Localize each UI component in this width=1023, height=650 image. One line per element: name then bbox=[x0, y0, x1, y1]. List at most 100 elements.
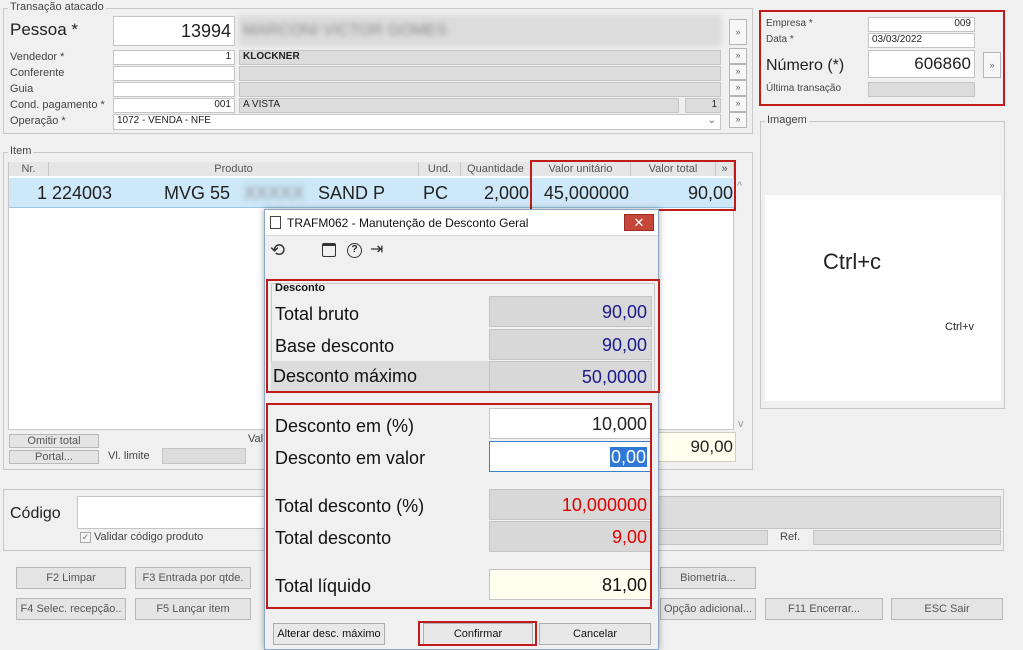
desconto-maximo-label: Desconto máximo bbox=[273, 366, 418, 386]
numero-field[interactable]: 606860 bbox=[868, 50, 975, 78]
confirmar-button[interactable]: Confirmar bbox=[423, 623, 533, 645]
conferente-label: Conferente bbox=[10, 67, 65, 79]
col-valor-total[interactable]: Valor total bbox=[631, 162, 716, 176]
dialog-title: TRAFM062 - Manutenção de Desconto Geral bbox=[287, 216, 529, 230]
operacao-select[interactable]: 1072 - VENDA - NFE ⌄ bbox=[113, 114, 721, 130]
desconto-pct-label: Desconto em (%) bbox=[275, 416, 415, 436]
conferente-lookup-button[interactable]: » bbox=[729, 64, 747, 80]
total-desconto-field: 9,00 bbox=[489, 521, 652, 552]
item-legend: Item bbox=[8, 145, 34, 157]
empresa-field[interactable]: 009 bbox=[868, 17, 975, 32]
undo-icon[interactable]: ⟲ bbox=[270, 240, 285, 261]
cond-pagamento-lookup-button[interactable]: » bbox=[729, 96, 747, 112]
conferente-code-field[interactable] bbox=[113, 66, 235, 81]
operacao-value: 1072 - VENDA - NFE bbox=[117, 115, 211, 126]
f4-selec-recepcao-button[interactable]: F4 Selec. recepção.. bbox=[16, 598, 126, 620]
col-und[interactable]: Und. bbox=[419, 162, 461, 176]
transacao-legend: Transação atacado bbox=[8, 1, 106, 13]
cond-pagamento-label: Cond. pagamento * bbox=[10, 99, 105, 111]
operacao-lookup-button[interactable]: » bbox=[729, 112, 747, 128]
row-und: PC bbox=[423, 183, 449, 203]
total-desconto-pct-field: 10,000000 bbox=[489, 489, 652, 520]
f5-lancar-item-button[interactable]: F5 Lançar item bbox=[135, 598, 251, 620]
data-field[interactable]: 03/03/2022 bbox=[868, 33, 975, 48]
f11-encerrar-button[interactable]: F11 Encerrar... bbox=[765, 598, 883, 620]
biometria-button[interactable]: Biometria... bbox=[660, 567, 756, 589]
cond-pagamento-code-field[interactable]: 001 bbox=[113, 98, 235, 113]
vl-limite-field bbox=[162, 448, 246, 464]
chevron-down-icon[interactable]: v bbox=[738, 418, 744, 430]
row-produto-c: SAND P bbox=[318, 183, 386, 203]
vl-limite-label: Vl. limite bbox=[108, 450, 150, 462]
conferente-name-field bbox=[239, 66, 721, 81]
numero-lookup-button[interactable]: » bbox=[983, 52, 1001, 78]
exit-icon[interactable]: ⇥ bbox=[370, 239, 383, 259]
guia-lookup-button[interactable]: » bbox=[729, 80, 747, 96]
f2-limpar-button[interactable]: F2 Limpar bbox=[16, 567, 126, 589]
vendedor-code-field[interactable]: 1 bbox=[113, 50, 235, 65]
portal-button[interactable]: Portal... bbox=[9, 450, 99, 464]
opcao-adicional-button[interactable]: Opção adicional... bbox=[660, 598, 756, 620]
empresa-label: Empresa * bbox=[766, 18, 813, 29]
omitir-total-button[interactable]: Omitir total bbox=[9, 434, 99, 448]
col-quantidade[interactable]: Quantidade bbox=[461, 162, 531, 176]
col-valor-unitario[interactable]: Valor unitário bbox=[531, 162, 631, 176]
total-desconto-label: Total desconto bbox=[275, 528, 392, 548]
item-total-field: 90,00 bbox=[658, 432, 736, 462]
row-produto-a: MVG 55 bbox=[164, 183, 231, 203]
row-valor-total: 90,00 bbox=[687, 183, 733, 203]
guia-code-field[interactable] bbox=[113, 82, 235, 97]
total-desconto-pct-label: Total desconto (%) bbox=[275, 496, 425, 516]
col-nr[interactable]: Nr. bbox=[9, 162, 49, 176]
validar-checkbox[interactable]: ✓ bbox=[80, 532, 91, 543]
validar-label: Validar código produto bbox=[94, 531, 204, 543]
calendar-icon[interactable] bbox=[322, 243, 336, 257]
desconto-valor-input[interactable]: 0,00 bbox=[489, 441, 652, 472]
imagem-canvas: Ctrl+c Ctrl+v bbox=[765, 195, 1001, 401]
f3-entrada-button[interactable]: F3 Entrada por qtde. bbox=[135, 567, 251, 589]
codigo-secondary-field bbox=[658, 530, 768, 545]
cancelar-button[interactable]: Cancelar bbox=[539, 623, 651, 645]
col-options-icon[interactable]: » bbox=[716, 162, 734, 176]
vendedor-label: Vendedor * bbox=[10, 51, 65, 63]
desconto-valor-label: Desconto em valor bbox=[275, 448, 426, 468]
ultima-transacao-label: Última transação bbox=[766, 83, 842, 94]
desconto-valor-selected: 0,00 bbox=[609, 447, 647, 467]
codigo-input[interactable] bbox=[77, 496, 267, 529]
desconto-dialog: TRAFM062 - Manutenção de Desconto Geral … bbox=[264, 209, 660, 650]
imagem-legend: Imagem bbox=[765, 114, 809, 126]
pessoa-code-field[interactable]: 13994 bbox=[113, 16, 235, 46]
numero-label: Número (*) bbox=[766, 57, 845, 74]
pessoa-lookup-button[interactable]: » bbox=[729, 19, 747, 45]
row-nr: 1 bbox=[36, 183, 47, 203]
row-valor-unitario: 45,000000 bbox=[543, 183, 629, 203]
alterar-desc-maximo-button[interactable]: Alterar desc. máximo bbox=[273, 623, 385, 645]
row-codigo: 224003 bbox=[52, 183, 113, 203]
pessoa-name-field: MARCONI VICTOR GOMES bbox=[239, 16, 721, 46]
imagem-big-text: Ctrl+c bbox=[823, 249, 882, 274]
desconto-legend: Desconto bbox=[275, 282, 326, 294]
total-liquido-field: 81,00 bbox=[489, 569, 652, 600]
chevron-up-icon[interactable]: ^ bbox=[737, 180, 742, 192]
vendedor-name-field: KLOCKNER bbox=[239, 50, 721, 65]
ref-label: Ref. bbox=[780, 531, 801, 543]
base-desconto-label: Base desconto bbox=[275, 336, 395, 356]
close-icon[interactable]: ✕ bbox=[624, 214, 654, 231]
ref-field bbox=[813, 530, 1001, 545]
dialog-titlebar[interactable]: TRAFM062 - Manutenção de Desconto Geral … bbox=[265, 210, 658, 236]
valor-partial-label: Val bbox=[248, 433, 264, 445]
guia-label: Guia bbox=[10, 83, 34, 95]
base-desconto-field: 90,00 bbox=[489, 329, 652, 360]
col-produto[interactable]: Produto bbox=[49, 162, 419, 176]
ultima-transacao-field bbox=[868, 82, 975, 97]
vendedor-lookup-button[interactable]: » bbox=[729, 48, 747, 64]
data-label: Data * bbox=[766, 34, 794, 45]
total-liquido-label: Total líquido bbox=[275, 576, 372, 596]
help-icon[interactable]: ? bbox=[347, 243, 362, 258]
dialog-toolbar: ⟲ ? ⇥ bbox=[265, 237, 658, 267]
pessoa-label: Pessoa * bbox=[10, 20, 79, 39]
total-bruto-label: Total bruto bbox=[275, 304, 360, 324]
desconto-pct-input[interactable]: 10,000 bbox=[489, 408, 652, 439]
esc-sair-button[interactable]: ESC Sair bbox=[891, 598, 1003, 620]
cond-pagamento-name-field: A VISTA bbox=[239, 98, 679, 113]
